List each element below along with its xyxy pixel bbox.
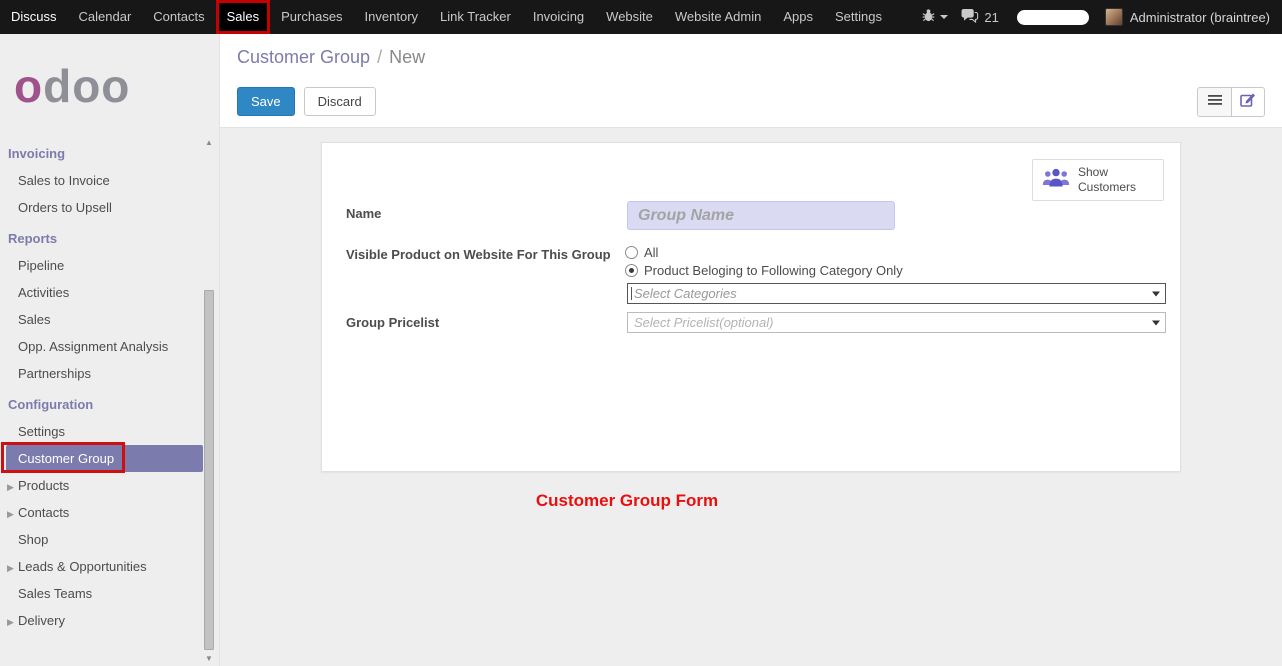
caret-down-icon (940, 15, 948, 19)
radio-option-all[interactable]: All (625, 243, 903, 261)
topbar-menu-inventory[interactable]: Inventory (354, 0, 429, 34)
topbar-menu-sales[interactable]: Sales (216, 0, 271, 34)
view-switcher (1197, 87, 1265, 117)
sidebar-item-customer-group-label: Customer Group (18, 451, 114, 466)
sidebar-menu: Invoicing Sales to Invoice Orders to Ups… (0, 132, 219, 634)
sidebar-item-products[interactable]: ▶ Products (0, 472, 219, 499)
planner-progress-bar[interactable] (1017, 10, 1089, 25)
sidebar-item-pipeline[interactable]: Pipeline (0, 252, 219, 279)
breadcrumb-separator: / (370, 47, 389, 67)
list-view-button[interactable] (1197, 87, 1231, 117)
sidebar-item-delivery[interactable]: ▶ Delivery (0, 607, 219, 634)
sidebar-item-sales-to-invoice[interactable]: Sales to Invoice (0, 167, 219, 194)
sidebar-item-shop[interactable]: Shop (0, 526, 219, 553)
group-name-input[interactable] (627, 201, 895, 230)
scroll-up-icon[interactable]: ▲ (203, 138, 215, 148)
discard-button[interactable]: Discard (304, 87, 376, 116)
edit-icon (1240, 92, 1256, 112)
name-field-label: Name (346, 206, 381, 221)
radio-category-icon[interactable] (625, 264, 638, 277)
topbar-menu-discuss[interactable]: Discuss (0, 0, 68, 34)
sidebar-item-customer-group[interactable]: Customer Group (6, 445, 203, 472)
topbar-menu-settings[interactable]: Settings (824, 0, 893, 34)
sidebar-item-delivery-label: Delivery (18, 613, 65, 628)
pricelist-select[interactable]: Select Pricelist(optional) (627, 312, 1166, 333)
topbar-menu-invoicing[interactable]: Invoicing (522, 0, 595, 34)
visible-product-field-label: Visible Product on Website For This Grou… (346, 247, 611, 262)
chevron-right-icon: ▶ (7, 561, 14, 576)
messages-menu[interactable]: 21 (960, 8, 998, 26)
categories-select-placeholder: Select Categories (634, 286, 737, 301)
categories-select[interactable]: Select Categories (627, 283, 1166, 304)
action-buttons: Save Discard (237, 87, 376, 116)
odoo-logo: odoo (0, 34, 219, 132)
user-avatar[interactable] (1105, 8, 1123, 26)
sidebar-section-invoicing: Invoicing (0, 136, 219, 167)
annotation-caption: Customer Group Form (220, 491, 1034, 511)
users-icon (1042, 167, 1070, 194)
scroll-down-icon[interactable]: ▼ (203, 654, 215, 664)
show-customers-label: Show Customers (1078, 165, 1154, 195)
topbar-menu-purchases[interactable]: Purchases (270, 0, 353, 34)
radio-option-category[interactable]: Product Beloging to Following Category O… (625, 261, 903, 279)
breadcrumb-customer-group[interactable]: Customer Group (237, 47, 370, 67)
chevron-right-icon: ▶ (7, 615, 14, 630)
topbar-menu-link-tracker[interactable]: Link Tracker (429, 0, 522, 34)
scrollbar-thumb[interactable] (204, 290, 214, 650)
topbar-menu-apps[interactable]: Apps (772, 0, 824, 34)
chat-icon (960, 8, 979, 26)
systray: 21 Administrator (braintree) (909, 0, 1282, 34)
dropdown-caret-icon (1152, 291, 1160, 296)
sidebar-item-products-label: Products (18, 478, 69, 493)
topbar-menu-contacts[interactable]: Contacts (142, 0, 215, 34)
visible-product-radio-group: All Product Beloging to Following Catego… (625, 243, 903, 279)
main-area: Customer Group/New Save Discard (220, 34, 1282, 666)
sidebar-item-contacts-label: Contacts (18, 505, 69, 520)
sidebar-scrollbar[interactable]: ▲ ▼ (203, 138, 215, 666)
pricelist-field-label: Group Pricelist (346, 315, 439, 330)
odoo-logo-first-letter: o (14, 60, 43, 112)
sidebar-item-leads-opportunities[interactable]: ▶ Leads & Opportunities (0, 553, 219, 580)
sidebar-item-settings[interactable]: Settings (0, 418, 219, 445)
sidebar-item-sales[interactable]: Sales (0, 306, 219, 333)
sidebar-item-leads-opportunities-label: Leads & Opportunities (18, 559, 147, 574)
radio-all-label: All (644, 245, 658, 260)
topbar-menu-website-admin[interactable]: Website Admin (664, 0, 772, 34)
control-panel: Customer Group/New Save Discard (220, 34, 1282, 128)
show-customers-button[interactable]: Show Customers (1032, 159, 1164, 201)
user-menu[interactable]: Administrator (braintree) (1130, 10, 1270, 25)
sidebar-item-orders-to-upsell[interactable]: Orders to Upsell (0, 194, 219, 221)
topbar-menu-calendar[interactable]: Calendar (68, 0, 143, 34)
radio-category-label: Product Beloging to Following Category O… (644, 263, 903, 278)
radio-all-icon[interactable] (625, 246, 638, 259)
sidebar-section-reports: Reports (0, 221, 219, 252)
form-view-button[interactable] (1231, 87, 1265, 117)
topbar: Discuss Calendar Contacts Sales Purchase… (0, 0, 1282, 34)
pricelist-select-placeholder: Select Pricelist(optional) (634, 315, 773, 330)
sidebar-item-opp-assignment-analysis[interactable]: Opp. Assignment Analysis (0, 333, 219, 360)
breadcrumb: Customer Group/New (220, 34, 1282, 68)
save-button[interactable]: Save (237, 87, 295, 116)
odoo-logo-rest: doo (43, 60, 130, 112)
sidebar-section-configuration: Configuration (0, 387, 219, 418)
dropdown-caret-icon (1152, 320, 1160, 325)
topbar-menu-website[interactable]: Website (595, 0, 664, 34)
chevron-right-icon: ▶ (7, 507, 14, 522)
sidebar-item-activities[interactable]: Activities (0, 279, 219, 306)
list-icon (1208, 93, 1222, 111)
bug-icon (921, 8, 936, 26)
debug-menu[interactable] (921, 8, 948, 26)
sidebar: odoo Invoicing Sales to Invoice Orders t… (0, 34, 220, 666)
sidebar-item-sales-teams[interactable]: Sales Teams (0, 580, 219, 607)
messages-count: 21 (984, 10, 998, 25)
chevron-right-icon: ▶ (7, 480, 14, 495)
breadcrumb-new: New (389, 47, 425, 67)
form-sheet: Show Customers Name Visible Product on W… (321, 142, 1181, 472)
sidebar-item-partnerships[interactable]: Partnerships (0, 360, 219, 387)
sidebar-item-contacts[interactable]: ▶ Contacts (0, 499, 219, 526)
text-cursor (631, 287, 632, 300)
